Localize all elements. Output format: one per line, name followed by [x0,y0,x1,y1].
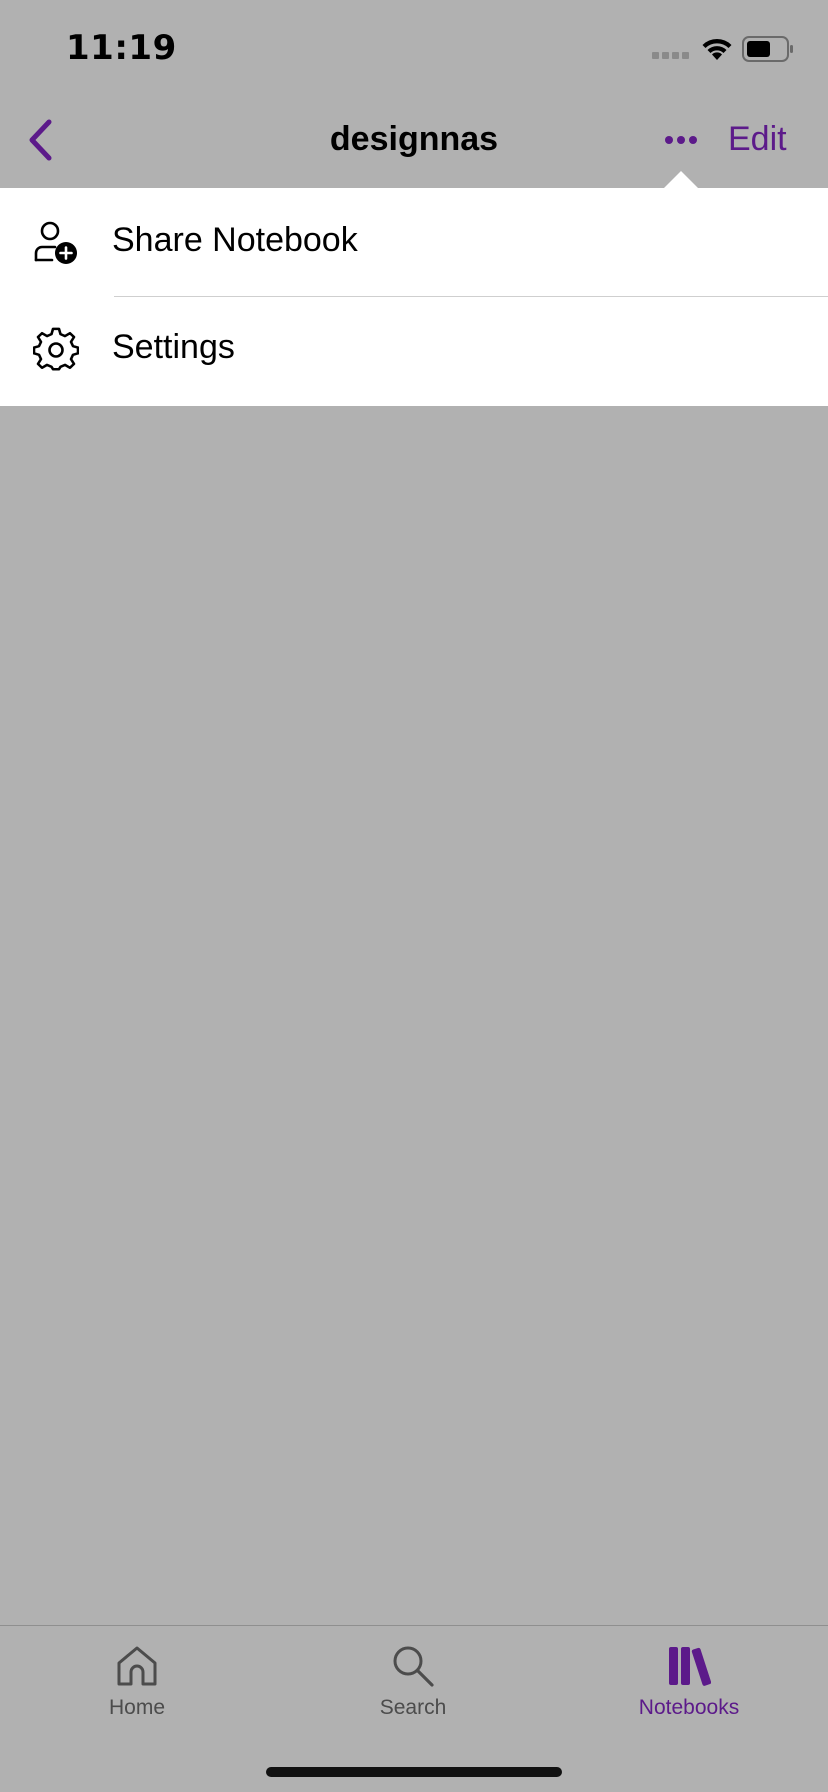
options-menu: Share Notebook Settings [0,188,828,406]
battery-icon [742,36,793,62]
navigation-bar: designnas Edit [0,96,828,188]
share-notebook-menu-item[interactable]: Share Notebook [0,188,828,297]
gear-icon [33,327,79,371]
cellular-signal-icon [652,52,689,59]
edit-button[interactable]: Edit [728,120,787,159]
tab-search-label: Search [379,1696,447,1719]
person-add-icon [34,221,77,264]
tab-notebooks[interactable]: Notebooks [589,1644,789,1740]
status-bar: 11:19 [0,0,828,96]
tab-search[interactable]: Search [313,1644,513,1740]
settings-label: Settings [112,328,235,366]
search-icon [393,1646,434,1687]
home-indicator [266,1767,562,1777]
share-notebook-label: Share Notebook [112,221,358,259]
tab-home[interactable]: Home [37,1644,237,1740]
wifi-icon [702,38,732,60]
more-options-button[interactable] [660,122,702,158]
ellipsis-icon [665,136,697,144]
screen: 11:19 designnas Edit Share Notebook Sett… [0,0,828,1792]
status-time: 11:19 [66,28,177,68]
tab-home-label: Home [108,1696,166,1719]
notebooks-icon [669,1647,711,1686]
home-icon [117,1646,157,1686]
page-title: designnas [329,120,499,158]
tab-notebooks-label: Notebooks [638,1696,740,1719]
settings-menu-item[interactable]: Settings [0,297,828,406]
popover-arrow [663,171,699,189]
